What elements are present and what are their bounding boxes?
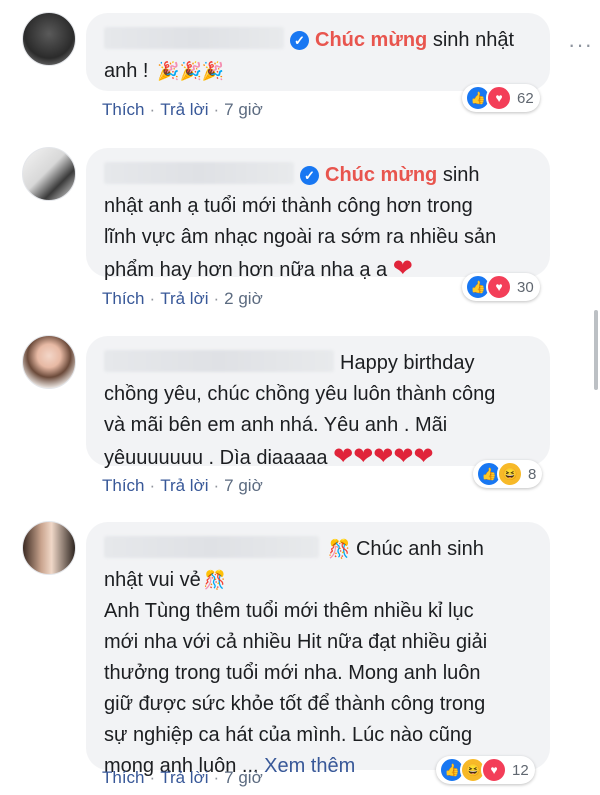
comment-text-line: và mãi bên em anh nhá. Yêu anh . Mãi [104,414,448,436]
reply-link[interactable]: Trả lời [160,100,208,119]
comment-text-line: nhật anh ạ tuổi mới thành công hơn trong [104,195,473,217]
reaction-summary[interactable]: 👍 ♥ 62 [462,84,540,112]
avatar[interactable] [22,147,76,201]
comment-text-line: mới nha với cả nhiều Hit nữa đạt nhiều g… [104,631,488,653]
like-link[interactable]: Thích [102,289,145,308]
avatar[interactable] [22,521,76,575]
haha-icon: 😆 [497,461,523,487]
comment-text-line: chồng yêu, chúc chồng yêu luôn thành côn… [104,383,496,405]
reaction-summary[interactable]: 👍 😆 ♥ 12 [436,756,535,784]
verified-badge-icon: ✓ [300,166,319,185]
tagged-text[interactable]: Chúc mừng [315,29,427,51]
reaction-count: 8 [528,465,537,483]
see-more-link[interactable]: Xem thêm [264,755,355,777]
confetti-emoji-icon: 🎊 [203,570,227,590]
author-name-blurred[interactable] [104,162,294,184]
comment-text-line: Anh Tùng thêm tuổi mới thêm nhiều kỉ lục [104,600,474,622]
like-link[interactable]: Thích [102,476,145,495]
comment-text-line: phẩm hay hơn hơn nữa nha ạ a [104,259,388,281]
author-name-blurred[interactable] [104,350,334,372]
comment-text-inline: Happy birthday [340,352,475,374]
comment-text-line: lĩnh vực âm nhạc ngoài ra sớm ra nhiều s… [104,226,497,248]
reply-link[interactable]: Trả lời [160,476,208,495]
comment-bubble: ✓ Chúc mừng sinh nhật anh ! 🎉🎉🎉 [86,13,550,91]
reaction-summary[interactable]: 👍 😆 8 [473,460,543,488]
love-icon: ♥ [481,757,507,783]
comment-bubble: Happy birthday chồng yêu, chúc chồng yêu… [86,336,550,470]
love-icon: ♥ [486,85,512,111]
timestamp[interactable]: 2 giờ [224,289,263,308]
timestamp[interactable]: 7 giờ [224,100,263,119]
comment-text-inline: sinh nhật [427,29,514,51]
reaction-summary[interactable]: 👍 ♥ 30 [462,273,540,301]
reply-link[interactable]: Trả lời [160,768,208,787]
comment-text-line: giữ được sức khỏe tốt để thành công tron… [104,693,486,715]
avatar[interactable] [22,335,76,389]
comment-text-line: thưởng trong tuổi mới nha. Mong anh luôn [104,662,481,684]
comment-text-inline: Chúc anh sinh [355,538,484,560]
timestamp[interactable]: 7 giờ [224,768,263,787]
comment-actions: Thích · Trả lời · 7 giờ [102,100,263,119]
comment-actions: Thích · Trả lời · 7 giờ [102,768,263,787]
reaction-count: 12 [512,761,529,779]
comment-text-line: yêuuuuuuu . Dìa diaaaaa [104,447,328,469]
comment-bubble: ✓ Chúc mừng sinh nhật anh ạ tuổi mới thàn… [86,148,550,282]
confetti-emoji-icon: 🎊 [328,539,351,559]
reaction-count: 62 [517,89,534,107]
comment-text-line: nhật vui vẻ [104,569,201,591]
tagged-text[interactable]: Chúc mừng [325,164,437,186]
author-name-blurred[interactable] [104,536,319,558]
scrollbar[interactable] [594,310,598,390]
comment-text-line: sự nghiệp ca hát của mình. Lúc nào cũng [104,724,473,746]
hearts-emoji-icon: ❤❤❤❤❤ [333,443,434,470]
more-options-icon[interactable]: ··· [568,34,593,56]
love-icon: ♥ [486,274,512,300]
timestamp[interactable]: 7 giờ [224,476,263,495]
reaction-count: 30 [517,278,534,296]
verified-badge-icon: ✓ [290,31,309,50]
like-link[interactable]: Thích [102,100,145,119]
like-link[interactable]: Thích [102,768,145,787]
comment-text-line: anh ! [104,60,149,82]
party-popper-emoji-icon: 🎉🎉🎉 [157,61,225,81]
comment-actions: Thích · Trả lời · 7 giờ [102,476,263,495]
comment-bubble: 🎊 Chúc anh sinh nhật vui vẻ 🎊 Anh Tùng th… [86,522,550,777]
author-name-blurred[interactable] [104,27,284,49]
heart-emoji-icon: ❤ [392,255,413,282]
comment-text-inline: sinh [437,164,480,186]
comment-actions: Thích · Trả lời · 2 giờ [102,289,263,308]
avatar[interactable] [22,12,76,66]
reply-link[interactable]: Trả lời [160,289,208,308]
